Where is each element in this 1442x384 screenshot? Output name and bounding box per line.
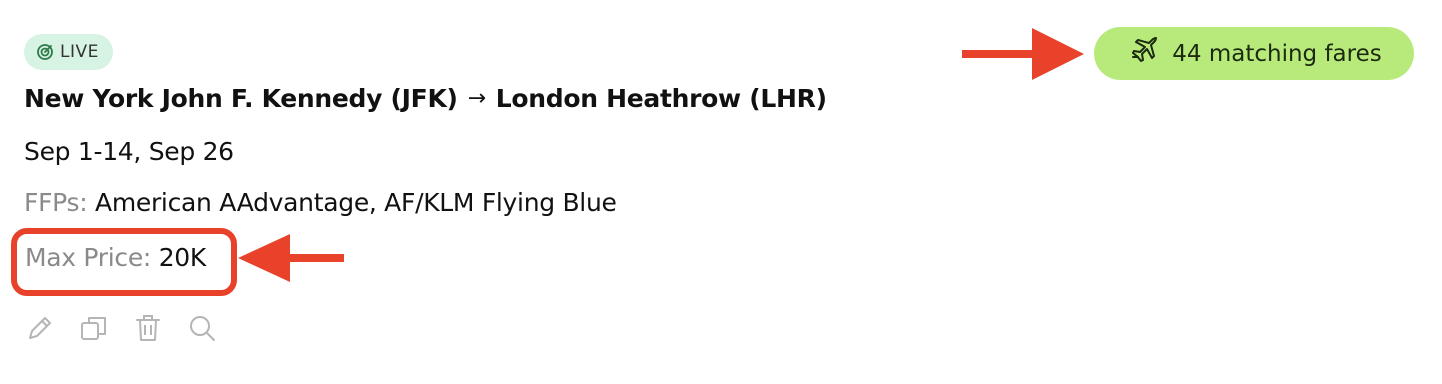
annotation-arrow-left [238,234,344,282]
max-price-value: 20K [158,243,207,272]
ffps-value: American AAdvantage, AF/KLM Flying Blue [95,188,617,217]
status-badge: LIVE [24,34,113,70]
status-badge-label: LIVE [60,42,99,62]
travel-dates: Sep 1-14, Sep 26 [24,137,234,166]
search-button[interactable] [186,314,218,346]
duplicate-button[interactable] [78,314,110,346]
target-icon [36,43,54,61]
route-destination: London Heathrow (LHR) [495,84,827,113]
route-title: New York John F. Kennedy (JFK) → London … [24,84,827,113]
annotation-arrow-right [962,28,1084,80]
max-price-row: Max Price: 20K [25,243,206,272]
card-actions [24,314,218,346]
pencil-icon [24,312,56,348]
ffps-row: FFPs: American AAdvantage, AF/KLM Flying… [24,188,617,217]
search-icon [186,312,218,348]
max-price-label: Max Price: [25,243,152,272]
alert-card: LIVE New York John F. Kennedy (JFK) → Lo… [0,0,1442,384]
matching-fares-label: 44 matching fares [1172,40,1382,67]
trash-icon [132,312,164,348]
ffps-label: FFPs: [24,188,88,217]
delete-button[interactable] [132,314,164,346]
edit-button[interactable] [24,314,56,346]
copy-icon [78,312,110,348]
matching-fares-button[interactable]: 44 matching fares [1094,27,1414,80]
airplane-icon [1126,34,1160,74]
route-origin: New York John F. Kennedy (JFK) [24,84,458,113]
route-arrow: → [467,86,486,111]
